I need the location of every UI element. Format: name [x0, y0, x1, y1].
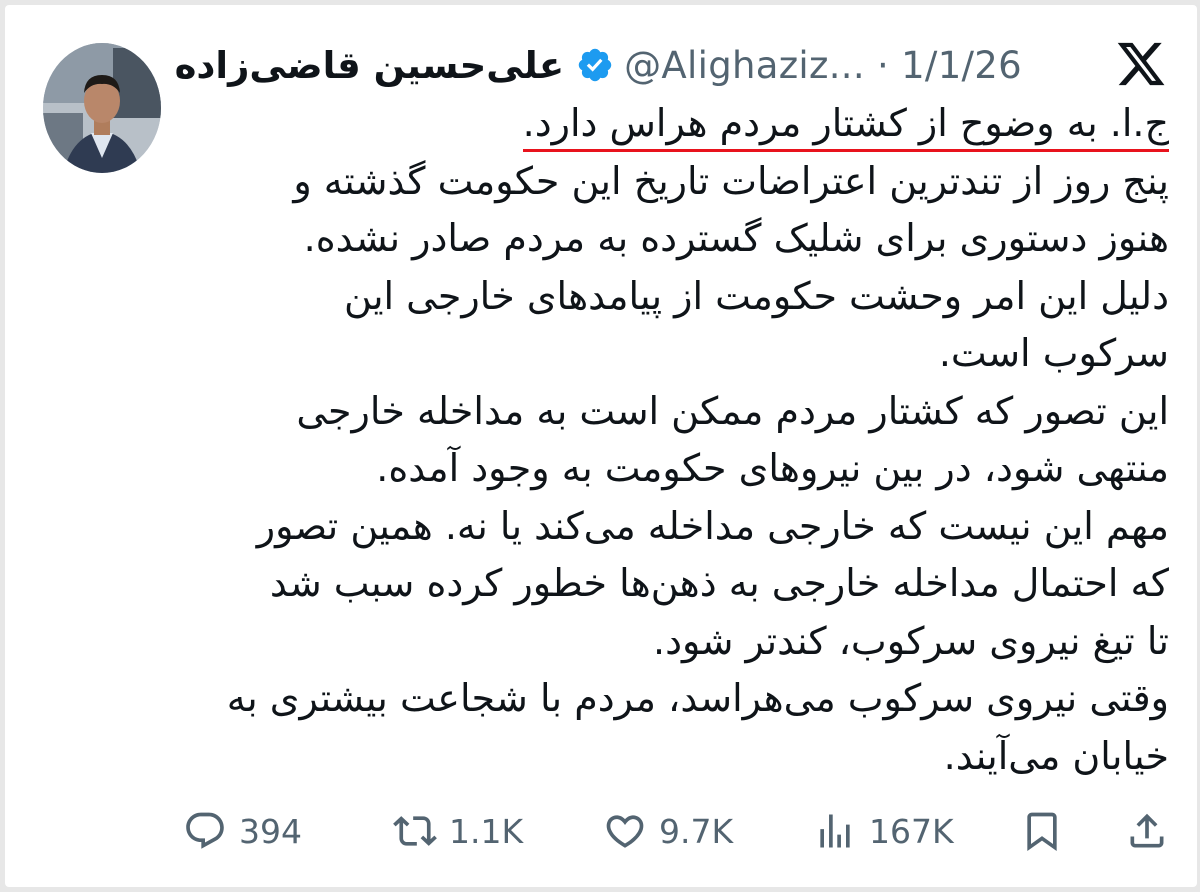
- repost-button[interactable]: 1.1K: [393, 801, 523, 861]
- views-button[interactable]: 167K: [813, 801, 954, 861]
- tweet-text-line: که احتمال مداخله خارجی به ذهن‌ها خطور کر…: [269, 561, 1169, 605]
- heart-icon: [606, 815, 644, 848]
- views-count: 167K: [869, 811, 954, 851]
- tweet-text-line: پنج روز از تندترین اعتراضات تاریخ این حک…: [293, 158, 1169, 203]
- reply-button[interactable]: 394: [183, 801, 302, 861]
- bookmark-button[interactable]: [1020, 801, 1064, 861]
- tweet-header: علی‌حسین قاضی‌زاده @Alighaziz... · 1/1/2…: [175, 33, 1022, 97]
- reply-count: 394: [239, 811, 302, 851]
- bookmark-icon: [1027, 812, 1057, 852]
- share-icon: [1130, 813, 1164, 848]
- tweet-text-line: تا تیغ نیروی سرکوب، کندتر شود.: [652, 618, 1169, 663]
- views-icon: [820, 814, 850, 848]
- repost-count: 1.1K: [449, 811, 524, 851]
- tweet-text-line: هنوز دستوری برای شلیک گسترده به مردم صاد…: [303, 216, 1169, 260]
- tweet-text-line: سرکوب است.: [938, 331, 1169, 375]
- tweet-text: ج.ا. به وضوح از کشتار مردم هراس دارد. پن…: [129, 95, 1169, 785]
- verified-badge-icon: [576, 46, 614, 84]
- repost-icon: [393, 816, 437, 846]
- tweet-text-line: دلیل این امر وحشت حکومت از پیامدهای خارج…: [344, 273, 1169, 318]
- tweet-headline: ج.ا. به وضوح از کشتار مردم هراس دارد.: [522, 99, 1169, 152]
- share-button[interactable]: [1125, 801, 1169, 861]
- action-bar: 394 1.1K 9.7K 167K: [5, 801, 1197, 861]
- reply-icon: [186, 812, 224, 849]
- tweet-text-line: منتهی شود، در بین نیروهای حکومت به وجود …: [376, 446, 1169, 490]
- x-logo-icon[interactable]: [1115, 38, 1167, 90]
- tweet-text-line: این تصور که کشتار مردم ممکن است به مداخل…: [296, 388, 1169, 433]
- handle-and-date[interactable]: @Alighaziz... · 1/1/26: [624, 44, 1022, 87]
- like-count: 9.7K: [659, 811, 734, 851]
- like-button[interactable]: 9.7K: [603, 801, 733, 861]
- tweet-text-line: خیابان می‌آیند.: [943, 733, 1169, 778]
- tweet-text-line: مهم این نیست که خارجی مداخله می‌کند یا ن…: [256, 503, 1169, 548]
- display-name[interactable]: علی‌حسین قاضی‌زاده: [175, 44, 565, 87]
- tweet-headline-line: ج.ا. به وضوح از کشتار مردم هراس دارد.: [129, 95, 1169, 153]
- tweet-card: علی‌حسین قاضی‌زاده @Alighaziz... · 1/1/2…: [5, 5, 1197, 887]
- tweet-text-line: وقتی نیروی سرکوب می‌هراسد، مردم با شجاعت…: [226, 676, 1169, 720]
